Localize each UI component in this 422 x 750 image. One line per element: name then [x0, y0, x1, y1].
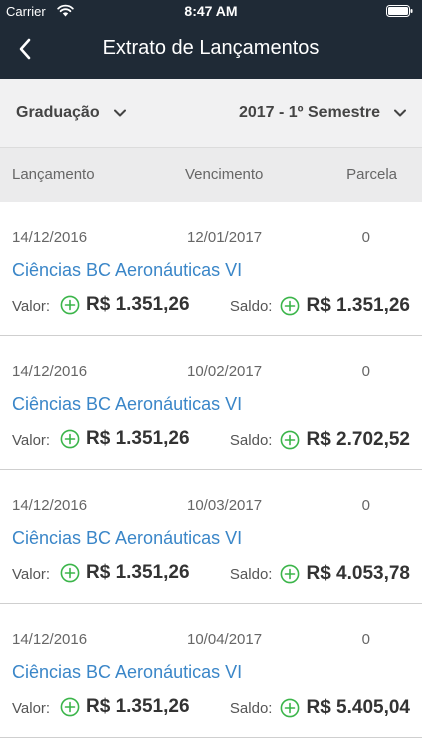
- status-time: 8:47 AM: [184, 3, 238, 19]
- list-item[interactable]: 14/12/2016 10/04/2017 0 Ciências BC Aero…: [0, 604, 422, 738]
- balance-group: Saldo: R$ 1.351,26: [230, 293, 410, 319]
- balance-label: Saldo:: [229, 565, 273, 583]
- launch-date: 14/12/2016: [12, 229, 88, 246]
- installment-number: 0: [361, 363, 370, 380]
- value-amount: R$ 1.351,26: [86, 696, 190, 717]
- list-item[interactable]: 14/12/2016 10/03/2017 0 Ciências BC Aero…: [0, 470, 422, 604]
- chevron-left-icon: [19, 38, 31, 60]
- plus-circle-icon: [60, 563, 80, 583]
- value-amount: R$ 1.351,26: [86, 294, 190, 315]
- value-label: Valor:: [12, 566, 51, 583]
- balance-amount: R$ 4.053,78: [306, 563, 410, 584]
- column-launch: Lançamento: [12, 166, 95, 183]
- chevron-down-icon: [394, 109, 406, 117]
- chevron-down-icon: [113, 109, 126, 117]
- plus-circle-icon: [60, 697, 80, 717]
- launch-date: 14/12/2016: [12, 631, 88, 648]
- due-date: 10/02/2017: [187, 363, 263, 380]
- column-header: Lançamento Vencimento Parcela: [0, 148, 422, 202]
- amount-row: Valor: R$ 1.351,26 Saldo: R$ 1.351,26: [12, 293, 410, 319]
- installment-number: 0: [361, 631, 370, 648]
- filter-bar: Graduação 2017 - 1º Semestre: [0, 79, 422, 148]
- value-amount: R$ 1.351,26: [86, 428, 190, 449]
- plus-circle-icon: [281, 430, 300, 450]
- due-date: 10/04/2017: [187, 631, 263, 648]
- course-link[interactable]: Ciências BC Aeronáuticas VI: [12, 394, 242, 415]
- balance-amount: R$ 2.702,52: [306, 429, 410, 450]
- battery-icon: [386, 5, 413, 17]
- plus-circle-icon: [281, 564, 300, 584]
- page-title: Extrato de Lançamentos: [102, 37, 320, 59]
- value-label: Valor:: [12, 700, 51, 717]
- course-link[interactable]: Ciências BC Aeronáuticas VI: [12, 528, 242, 549]
- due-date: 10/03/2017: [187, 497, 263, 514]
- entries-list: 14/12/2016 12/01/2017 0 Ciências BC Aero…: [0, 202, 422, 738]
- balance-group: Saldo: R$ 2.702,52: [230, 427, 410, 453]
- installment-number: 0: [361, 229, 370, 246]
- status-bar: Carrier 8:47 AM: [0, 0, 422, 24]
- course-link[interactable]: Ciências BC Aeronáuticas VI: [12, 260, 242, 281]
- plus-circle-icon: [60, 429, 80, 449]
- amount-row: Valor: R$ 1.351,26 Saldo: R$ 4.053,78: [12, 561, 410, 587]
- balance-label: Saldo:: [229, 297, 273, 315]
- column-installment: Parcela: [346, 166, 397, 183]
- amount-row: Valor: R$ 1.351,26 Saldo: R$ 5.405,04: [12, 695, 410, 721]
- amount-row: Valor: R$ 1.351,26 Saldo: R$ 2.702,52: [12, 427, 410, 453]
- plus-circle-icon: [281, 698, 300, 718]
- balance-amount: R$ 5.405,04: [306, 697, 410, 718]
- plus-circle-icon: [60, 295, 80, 315]
- list-item[interactable]: 14/12/2016 10/02/2017 0 Ciências BC Aero…: [0, 336, 422, 470]
- plus-circle-icon: [281, 296, 300, 316]
- level-dropdown-label: Graduação: [16, 104, 100, 121]
- nav-bar: Extrato de Lançamentos: [0, 24, 422, 79]
- screen: Carrier 8:47 AM Extrato de Lançamentos G…: [0, 0, 422, 750]
- value-amount: R$ 1.351,26: [86, 562, 190, 583]
- top-bar: Carrier 8:47 AM Extrato de Lançamentos: [0, 0, 422, 79]
- balance-group: Saldo: R$ 4.053,78: [230, 561, 410, 587]
- value-label: Valor:: [12, 432, 51, 449]
- balance-label: Saldo:: [229, 431, 273, 449]
- balance-amount: R$ 1.351,26: [306, 295, 410, 316]
- list-item[interactable]: 14/12/2016 12/01/2017 0 Ciências BC Aero…: [0, 202, 422, 336]
- launch-date: 14/12/2016: [12, 497, 88, 514]
- launch-date: 14/12/2016: [12, 363, 88, 380]
- period-dropdown-label: 2017 - 1º Semestre: [238, 104, 380, 121]
- back-button[interactable]: [10, 34, 40, 64]
- balance-group: Saldo: R$ 5.405,04: [230, 695, 410, 721]
- course-link[interactable]: Ciências BC Aeronáuticas VI: [12, 662, 242, 683]
- period-dropdown[interactable]: 2017 - 1º Semestre: [239, 79, 406, 147]
- installment-number: 0: [361, 497, 370, 514]
- due-date: 12/01/2017: [187, 229, 263, 246]
- balance-label: Saldo:: [229, 699, 273, 717]
- column-due: Vencimento: [185, 166, 264, 183]
- level-dropdown[interactable]: Graduação: [16, 79, 126, 147]
- value-label: Valor:: [12, 298, 51, 315]
